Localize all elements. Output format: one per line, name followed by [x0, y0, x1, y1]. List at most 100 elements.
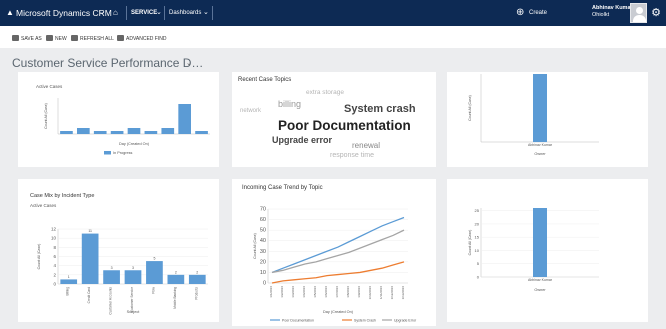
section-caret-icon[interactable]: ⌄	[203, 0, 209, 26]
avatar[interactable]	[630, 3, 647, 23]
bar	[60, 131, 73, 134]
legend-label: In Progress	[113, 151, 133, 155]
y-tick-label: 0	[53, 282, 56, 287]
x-tick-label: 1/1/2016	[269, 286, 273, 298]
bar	[124, 270, 142, 284]
x-tick-label: 1/4/2016	[302, 286, 306, 298]
advanced-find-button[interactable]: ADVANCED FIND	[117, 34, 166, 44]
bar	[195, 131, 208, 134]
data-label: 2	[196, 270, 198, 274]
x-tick-label: 1/3/2016	[291, 286, 295, 298]
dynamics-logo-icon[interactable]: ▲	[6, 0, 14, 26]
bar	[167, 274, 185, 284]
y-tick-label: 0	[263, 281, 266, 287]
bar	[144, 131, 158, 134]
x-tick-label: 1/5/2016	[313, 286, 317, 298]
create-plus-icon[interactable]: ⊕	[516, 0, 524, 26]
owner-chart-panel-top: Count:All (Case) Owner Abhinav Kumar	[447, 72, 648, 167]
word-cloud-term[interactable]: Poor Documentation	[278, 119, 411, 133]
owner-top-chart: Count:All (Case) Owner Abhinav Kumar	[468, 74, 599, 156]
word-cloud-term[interactable]: Upgrade error	[272, 136, 332, 145]
y-axis-title: Count:All (Case)	[468, 95, 472, 121]
dashboards-menu[interactable]: Dashboards	[169, 0, 201, 26]
x-tick-label: 1/2/2016	[280, 286, 284, 298]
data-label: 3	[111, 266, 113, 270]
user-info[interactable]: Abhinav Kumar Ohiolkt	[592, 5, 633, 19]
top-nav-bar: ▲ Microsoft Dynamics CRM ⌄ ⌂ SERVICE ⌄ D…	[0, 0, 666, 26]
word-cloud-term[interactable]: network	[240, 108, 261, 114]
y-tick-label: 2	[53, 272, 56, 277]
case-mix-chart: 024681012Count:All (Case)Subject1Billing…	[37, 227, 208, 315]
word-cloud-term[interactable]: System crash	[344, 104, 416, 115]
x-axis-title: Owner	[534, 288, 546, 292]
x-tick-label: Abhinav Kumar	[528, 278, 553, 282]
y-tick-label: 40	[260, 238, 266, 244]
bar	[60, 279, 78, 284]
dashboard-title[interactable]: Customer Service Performance D…	[12, 56, 203, 70]
new-button[interactable]: NEW	[46, 34, 67, 44]
y-tick-label: 15	[475, 235, 480, 240]
bar	[533, 74, 547, 142]
word-cloud-term[interactable]: extra storage	[306, 89, 344, 97]
save-icon	[12, 35, 19, 41]
x-tick-label: Customer Service	[130, 287, 134, 313]
x-tick-label: 1/9/2016	[357, 286, 361, 298]
x-axis-title: Day (Created On)	[119, 142, 150, 146]
x-tick-label: 1/6/2016	[324, 286, 328, 298]
bar	[93, 131, 107, 134]
home-icon[interactable]: ⌂	[113, 0, 118, 26]
bar	[77, 128, 90, 134]
dashboard-selector-caret-icon[interactable]: ⌄	[186, 59, 192, 67]
data-label: 2	[175, 270, 177, 274]
legend-label: System Crash	[354, 319, 376, 323]
data-label: 5	[153, 257, 155, 261]
owner-bottom-chart: 0 5 10 15 20 25 Count:All (Case) Owner Abhinav K…	[468, 208, 599, 292]
recent-case-topics-panel: Recent Case Topics extra storage billing S…	[232, 72, 436, 167]
area-menu[interactable]: SERVICE	[131, 0, 157, 26]
legend-label: Upgrade Error	[394, 319, 417, 323]
x-tick-label: Flow	[151, 286, 155, 293]
x-tick-label: Products	[194, 287, 198, 300]
legend-swatch	[104, 151, 111, 155]
y-tick-label: 70	[260, 207, 266, 213]
bar	[127, 128, 141, 134]
bar	[81, 233, 99, 284]
area-caret-icon[interactable]: ⌄	[156, 0, 162, 26]
bar	[103, 270, 120, 284]
app-name[interactable]: Microsoft Dynamics CRM	[16, 0, 112, 26]
legend-label: Poor Documentation	[282, 319, 314, 323]
y-tick-label: 30	[260, 249, 266, 255]
refresh-all-button[interactable]: REFRESH ALL	[71, 34, 114, 44]
word-cloud: extra storage billing System crash network P…	[232, 72, 436, 167]
app-menu-caret-icon[interactable]: ⌄	[99, 0, 105, 26]
y-axis-title: Count:All (Case)	[37, 244, 41, 270]
case-trend-chart: 0 10 20 30 40 50 60 70 Count:All (Case) Day (Crea…	[253, 207, 417, 323]
y-tick-label: 10	[260, 270, 266, 276]
bar	[146, 261, 163, 284]
y-tick-label: 60	[260, 217, 266, 223]
x-tick-label: 1/13/2016	[401, 286, 405, 300]
bar	[110, 131, 124, 134]
active-cases-panel: Active Cases Count:All (Case) Day (Create…	[18, 72, 219, 167]
word-cloud-term[interactable]: response time	[330, 152, 374, 159]
y-tick-label: 12	[51, 227, 57, 232]
nav-separator	[212, 6, 213, 20]
bar	[178, 104, 191, 134]
create-button[interactable]: Create	[529, 0, 547, 26]
word-cloud-term[interactable]: renewal	[352, 142, 380, 150]
y-tick-label: 10	[51, 236, 57, 241]
y-tick-label: 10	[475, 248, 480, 253]
new-icon	[46, 35, 53, 41]
nav-separator	[164, 6, 165, 20]
bar	[533, 208, 547, 277]
data-label: 3	[132, 266, 134, 270]
active-cases-chart: Count:All (Case) Day (Created On) In Progr…	[44, 98, 210, 155]
bar	[161, 128, 175, 134]
x-tick-label: Abhinav Kumar	[528, 143, 553, 147]
save-as-button[interactable]: SAVE AS	[12, 34, 42, 44]
word-cloud-term[interactable]: billing	[278, 100, 301, 109]
x-tick-label: 1/7/2016	[335, 286, 339, 298]
y-tick-label: 0	[477, 275, 480, 280]
x-tick-label: Billing	[66, 287, 70, 296]
gear-icon[interactable]: ⚙	[650, 7, 662, 19]
